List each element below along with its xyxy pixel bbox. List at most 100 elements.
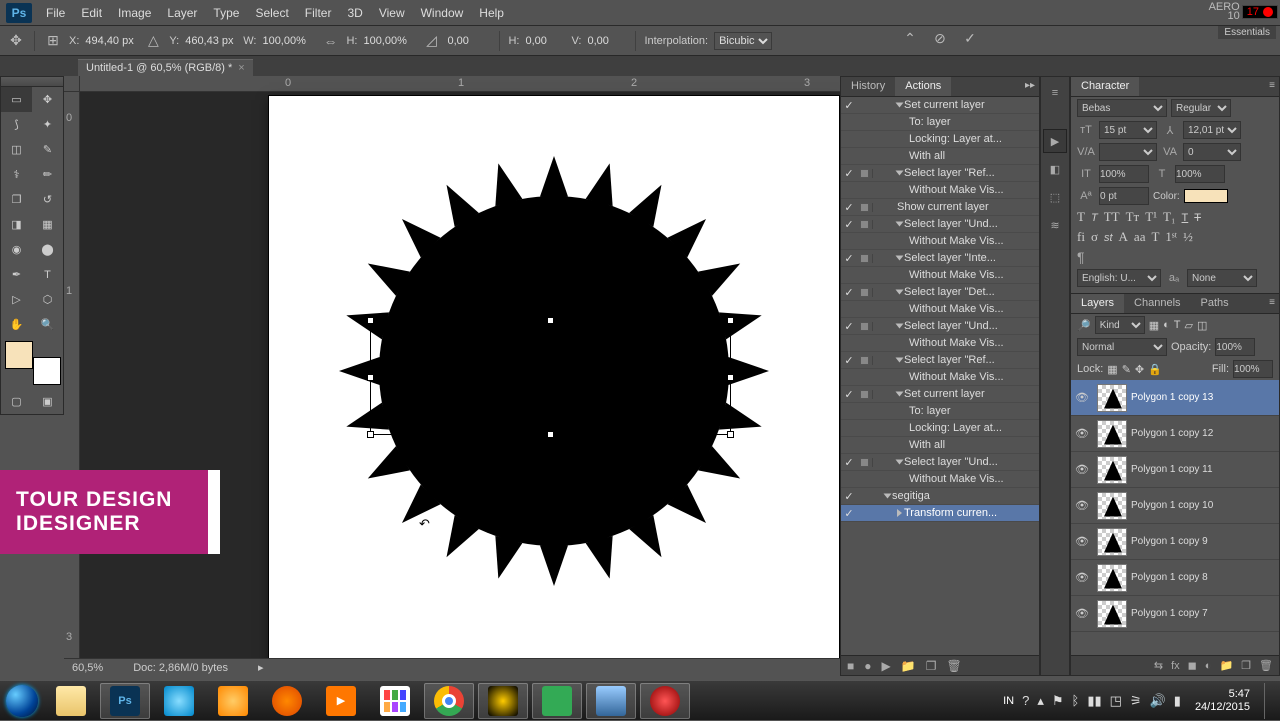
blend-mode-select[interactable]: Normal	[1077, 338, 1167, 356]
hscale-input[interactable]	[1175, 165, 1225, 183]
layer-thumbnail[interactable]	[1097, 420, 1127, 448]
action-row[interactable]: To: layer	[841, 403, 1039, 420]
menu-window[interactable]: Window	[413, 6, 472, 20]
tray-battery-icon[interactable]: ▮	[1174, 693, 1181, 709]
eyedropper-tool[interactable]: ✎	[32, 137, 63, 162]
taskbar-firefox[interactable]	[262, 683, 312, 719]
lasso-tool[interactable]: ⟆	[1, 112, 32, 137]
adjustment-layer-icon[interactable]: ◐	[1205, 660, 1212, 672]
ruler-origin[interactable]	[64, 76, 80, 92]
language-select[interactable]: English: U...	[1077, 269, 1161, 287]
opentype-T[interactable]: T	[1151, 229, 1159, 245]
tray-notify-icon[interactable]: ◳	[1110, 693, 1122, 709]
menu-3d[interactable]: 3D	[339, 6, 370, 20]
show-desktop-button[interactable]	[1264, 683, 1272, 719]
eraser-tool[interactable]: ◨	[1, 212, 32, 237]
taskbar-recorder[interactable]	[640, 683, 690, 719]
layer-thumbnail[interactable]	[1097, 456, 1127, 484]
link-layers-icon[interactable]: ⇆	[1154, 659, 1163, 672]
transform-handle-nw[interactable]	[367, 317, 374, 324]
tray-bluetooth-icon[interactable]: ᛒ	[1072, 693, 1080, 708]
tab-character[interactable]: Character	[1071, 77, 1139, 96]
type-tool[interactable]: T	[32, 262, 63, 287]
lock-transparency-icon[interactable]: ▦	[1107, 363, 1117, 376]
opentype-fi[interactable]: fi	[1077, 229, 1085, 245]
action-row[interactable]: Without Make Vis...	[841, 301, 1039, 318]
vertical-ruler[interactable]: 013	[64, 92, 80, 670]
actions-list[interactable]: ✓Set current layerTo: layerLocking: Laye…	[841, 97, 1039, 655]
text-color-chip[interactable]	[1184, 189, 1228, 203]
play-shortcut-icon[interactable]: ▶	[1043, 129, 1067, 153]
layer-row[interactable]: 👁Polygon 1 copy 8	[1071, 560, 1279, 596]
quick-mask-icon[interactable]: ▢	[1, 389, 32, 414]
opentype-ad[interactable]: aa	[1134, 229, 1146, 245]
layer-thumbnail[interactable]	[1097, 528, 1127, 556]
new-set-icon[interactable]: 📁	[901, 659, 916, 673]
action-row[interactable]: ✓Select layer "Und...	[841, 216, 1039, 233]
strip-icon-2[interactable]: ⬚	[1043, 185, 1067, 209]
action-row[interactable]: ✓Select layer "Und...	[841, 454, 1039, 471]
opentype-1st[interactable]: 1ˢᵗ	[1165, 229, 1177, 245]
kerning-select[interactable]	[1099, 143, 1157, 161]
action-row[interactable]: With all	[841, 437, 1039, 454]
horizontal-ruler[interactable]: 0123	[80, 76, 840, 92]
allcaps-button[interactable]: TT	[1104, 209, 1120, 225]
record-action-icon[interactable]: ●	[864, 659, 871, 673]
action-row[interactable]: Without Make Vis...	[841, 471, 1039, 488]
tray-help-icon[interactable]: ?	[1022, 693, 1029, 708]
filter-adjust-icon[interactable]: ◐	[1163, 319, 1170, 331]
commit-transform-icon[interactable]: ✓	[960, 28, 980, 48]
workspace-switcher[interactable]: Essentials	[1218, 26, 1276, 39]
filter-kind-select[interactable]: Kind	[1095, 316, 1145, 334]
visibility-eye-icon[interactable]: 👁	[1071, 607, 1093, 620]
stop-action-icon[interactable]: ■	[847, 659, 854, 673]
action-row[interactable]: Without Make Vis...	[841, 335, 1039, 352]
start-button[interactable]	[0, 681, 44, 721]
layer-row[interactable]: 👁Polygon 1 copy 12	[1071, 416, 1279, 452]
action-row[interactable]: With all	[841, 148, 1039, 165]
h-input[interactable]	[363, 32, 415, 50]
filter-shape-icon[interactable]: ▱	[1185, 319, 1193, 332]
interpolation-select[interactable]: Bicubic	[714, 32, 772, 50]
italic-button[interactable]: T	[1091, 209, 1098, 225]
visibility-eye-icon[interactable]: 👁	[1071, 499, 1093, 512]
tray-action-center-icon[interactable]: ⚑	[1052, 693, 1064, 709]
menu-filter[interactable]: Filter	[297, 6, 340, 20]
collapse-panel-icon[interactable]: ▸▸	[1025, 80, 1035, 91]
action-row[interactable]: ✓Select layer "Det...	[841, 284, 1039, 301]
taskbar-media-player[interactable]: ▶	[316, 683, 366, 719]
layer-thumbnail[interactable]	[1097, 492, 1127, 520]
visibility-eye-icon[interactable]: 👁	[1071, 391, 1093, 404]
tracking-select[interactable]: 0	[1183, 143, 1241, 161]
link-wh-icon[interactable]: ⇔	[320, 31, 340, 51]
taskbar-app-blue[interactable]	[154, 683, 204, 719]
antialias-select[interactable]: None	[1187, 269, 1257, 287]
taskbar-photoshop[interactable]: Ps	[100, 683, 150, 719]
reference-point-icon[interactable]: ⊞	[43, 31, 63, 51]
opentype-A[interactable]: A	[1119, 229, 1128, 245]
opacity-input[interactable]	[1215, 338, 1255, 356]
transform-handle-s[interactable]	[547, 431, 554, 438]
panel-menu-icon[interactable]: ≡	[1043, 81, 1067, 105]
layer-list[interactable]: 👁Polygon 1 copy 13👁Polygon 1 copy 12 👁Pol…	[1071, 380, 1279, 655]
vscale-input[interactable]	[1099, 165, 1149, 183]
layer-mask-icon[interactable]: ◼	[1188, 659, 1197, 672]
strip-icon-1[interactable]: ◧	[1043, 157, 1067, 181]
action-row[interactable]: ✓Transform curren...	[841, 505, 1039, 522]
w-input[interactable]	[262, 32, 314, 50]
panel-menu-icon[interactable]: ≡	[1269, 297, 1275, 308]
underline-button[interactable]: T	[1182, 209, 1189, 225]
crop-tool[interactable]: ◫	[1, 137, 32, 162]
layer-row[interactable]: 👁Polygon 1 copy 13	[1071, 380, 1279, 416]
fill-input[interactable]	[1233, 360, 1273, 378]
tab-history[interactable]: History	[841, 77, 895, 96]
visibility-eye-icon[interactable]: 👁	[1071, 427, 1093, 440]
color-swatches[interactable]	[5, 341, 61, 385]
magic-wand-tool[interactable]: ✦	[32, 112, 63, 137]
brush-tool[interactable]: ✏	[32, 162, 63, 187]
screen-mode-icon[interactable]: ▣	[32, 389, 63, 414]
taskbar-chrome[interactable]	[424, 683, 474, 719]
action-row[interactable]: ✓Set current layer	[841, 97, 1039, 114]
bold-button[interactable]: T	[1077, 209, 1085, 225]
healing-tool[interactable]: ⚕	[1, 162, 32, 187]
